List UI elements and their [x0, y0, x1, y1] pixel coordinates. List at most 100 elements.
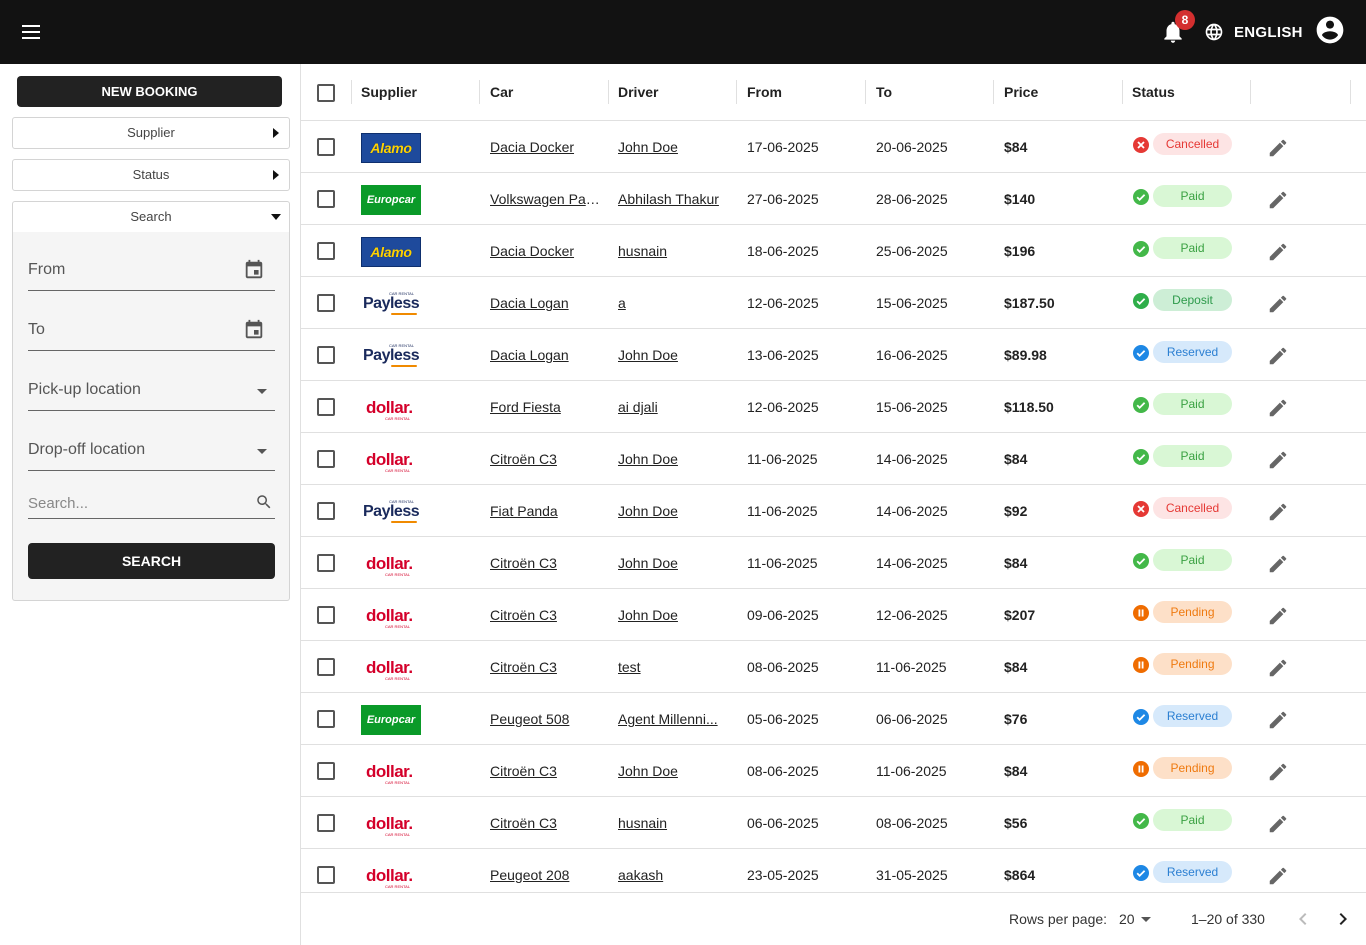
table-row[interactable]: dollar. CAR RENTAL Citroën C3 husnain 06-06-… [301, 797, 1366, 849]
car-link[interactable]: Ford Fiesta [490, 399, 561, 415]
row-checkbox[interactable] [317, 554, 335, 572]
row-checkbox[interactable] [317, 762, 335, 780]
new-booking-button[interactable]: NEW BOOKING [17, 76, 282, 107]
table-row[interactable]: Alamo Dacia Docker John Doe 17-06-2025 20-06… [301, 121, 1366, 173]
calendar-icon[interactable] [243, 319, 265, 346]
column-header-to[interactable]: To [866, 64, 892, 120]
row-checkbox[interactable] [317, 138, 335, 156]
edit-pencil-icon[interactable] [1267, 657, 1289, 679]
from-date-field[interactable]: From [28, 257, 275, 291]
car-link[interactable]: Citroën C3 [490, 815, 557, 831]
row-checkbox[interactable] [317, 294, 335, 312]
table-row[interactable]: Payless CAR RENTAL Fiat Panda John Doe 11-06… [301, 485, 1366, 537]
row-checkbox[interactable] [317, 398, 335, 416]
edit-pencil-icon[interactable] [1267, 449, 1289, 471]
driver-link[interactable]: John Doe [618, 555, 678, 571]
edit-pencil-icon[interactable] [1267, 865, 1289, 887]
search-button[interactable]: SEARCH [28, 543, 275, 579]
driver-link[interactable]: aakash [618, 867, 663, 883]
car-link[interactable]: Citroën C3 [490, 451, 557, 467]
edit-pencil-icon[interactable] [1267, 501, 1289, 523]
car-link[interactable]: Dacia Logan [490, 347, 569, 363]
edit-pencil-icon[interactable] [1267, 241, 1289, 263]
table-row[interactable]: dollar. CAR RENTAL Citroën C3 John Doe 08-06… [301, 745, 1366, 797]
edit-pencil-icon[interactable] [1267, 605, 1289, 627]
driver-link[interactable]: a [618, 295, 626, 311]
edit-pencil-icon[interactable] [1267, 293, 1289, 315]
previous-page-icon[interactable] [1291, 907, 1315, 931]
edit-pencil-icon[interactable] [1267, 709, 1289, 731]
car-link[interactable]: Dacia Docker [490, 243, 574, 259]
row-checkbox[interactable] [317, 658, 335, 676]
row-checkbox[interactable] [317, 450, 335, 468]
driver-link[interactable]: John Doe [618, 347, 678, 363]
car-link[interactable]: Peugeot 508 [490, 711, 569, 727]
row-checkbox[interactable] [317, 606, 335, 624]
account-circle-icon[interactable] [1314, 14, 1346, 46]
edit-pencil-icon[interactable] [1267, 137, 1289, 159]
edit-pencil-icon[interactable] [1267, 345, 1289, 367]
row-checkbox[interactable] [317, 866, 335, 884]
column-header-price[interactable]: Price [994, 64, 1038, 120]
row-checkbox[interactable] [317, 190, 335, 208]
driver-link[interactable]: John Doe [618, 763, 678, 779]
table-row[interactable]: dollar. CAR RENTAL Ford Fiesta ai djali 12-0… [301, 381, 1366, 433]
driver-link[interactable]: Agent Millenni... [618, 711, 718, 727]
table-row[interactable]: dollar. CAR RENTAL Citroën C3 test 08-06-202… [301, 641, 1366, 693]
driver-link[interactable]: Abhilash Thakur [618, 191, 719, 207]
table-row[interactable]: dollar. CAR RENTAL Citroën C3 John Doe 11-06… [301, 433, 1366, 485]
column-header-driver[interactable]: Driver [608, 64, 658, 120]
car-link[interactable]: Citroën C3 [490, 659, 557, 675]
driver-link[interactable]: husnain [618, 815, 667, 831]
language-selector[interactable]: ENGLISH [1204, 20, 1303, 44]
edit-pencil-icon[interactable] [1267, 553, 1289, 575]
row-checkbox[interactable] [317, 242, 335, 260]
driver-link[interactable]: John Doe [618, 503, 678, 519]
column-header-supplier[interactable]: Supplier [351, 64, 417, 120]
supplier-filter-accordion[interactable]: Supplier [12, 117, 290, 149]
edit-pencil-icon[interactable] [1267, 397, 1289, 419]
table-row[interactable]: dollar. CAR RENTAL Citroën C3 John Doe 11-06… [301, 537, 1366, 589]
driver-link[interactable]: John Doe [618, 139, 678, 155]
driver-link[interactable]: John Doe [618, 451, 678, 467]
row-checkbox[interactable] [317, 502, 335, 520]
search-filter-accordion[interactable]: Search [12, 201, 290, 233]
edit-pencil-icon[interactable] [1267, 813, 1289, 835]
table-row[interactable]: Alamo Dacia Docker husnain 18-06-2025 25-06-… [301, 225, 1366, 277]
calendar-icon[interactable] [243, 259, 265, 286]
edit-pencil-icon[interactable] [1267, 189, 1289, 211]
pickup-location-select[interactable]: Pick-up location [28, 377, 275, 411]
select-all-checkbox[interactable] [317, 84, 335, 102]
table-row[interactable]: Payless CAR RENTAL Dacia Logan a 12-06-2025 1… [301, 277, 1366, 329]
next-page-icon[interactable] [1331, 907, 1355, 931]
table-row[interactable]: Europcar Peugeot 508 Agent Millenni... 05-0… [301, 693, 1366, 745]
driver-link[interactable]: husnain [618, 243, 667, 259]
edit-pencil-icon[interactable] [1267, 761, 1289, 783]
row-checkbox[interactable] [317, 346, 335, 364]
column-header-car[interactable]: Car [480, 64, 513, 120]
search-icon[interactable] [255, 493, 273, 516]
car-link[interactable]: Fiat Panda [490, 503, 558, 519]
table-row[interactable]: Europcar Volkswagen Pas... Abhilash Thakur… [301, 173, 1366, 225]
driver-link[interactable]: John Doe [618, 607, 678, 623]
hamburger-menu-icon[interactable] [18, 20, 46, 44]
column-header-from[interactable]: From [737, 64, 782, 120]
car-link[interactable]: Dacia Docker [490, 139, 574, 155]
table-row[interactable]: Payless CAR RENTAL Dacia Logan John Doe 13-0… [301, 329, 1366, 381]
car-link[interactable]: Citroën C3 [490, 607, 557, 623]
driver-link[interactable]: ai djali [618, 399, 658, 415]
row-checkbox[interactable] [317, 710, 335, 728]
car-link[interactable]: Volkswagen Pas... [490, 191, 604, 207]
row-checkbox[interactable] [317, 814, 335, 832]
dropoff-location-select[interactable]: Drop-off location [28, 437, 275, 471]
table-row[interactable]: dollar. CAR RENTAL Citroën C3 John Doe 09-06… [301, 589, 1366, 641]
to-date-field[interactable]: To [28, 317, 275, 351]
driver-link[interactable]: test [618, 659, 641, 675]
status-filter-accordion[interactable]: Status [12, 159, 290, 191]
rows-per-page-select[interactable]: 20 [1119, 911, 1135, 927]
column-header-status[interactable]: Status [1122, 64, 1175, 120]
car-link[interactable]: Citroën C3 [490, 763, 557, 779]
keyword-search-input[interactable] [28, 489, 248, 517]
car-link[interactable]: Dacia Logan [490, 295, 569, 311]
car-link[interactable]: Peugeot 208 [490, 867, 569, 883]
